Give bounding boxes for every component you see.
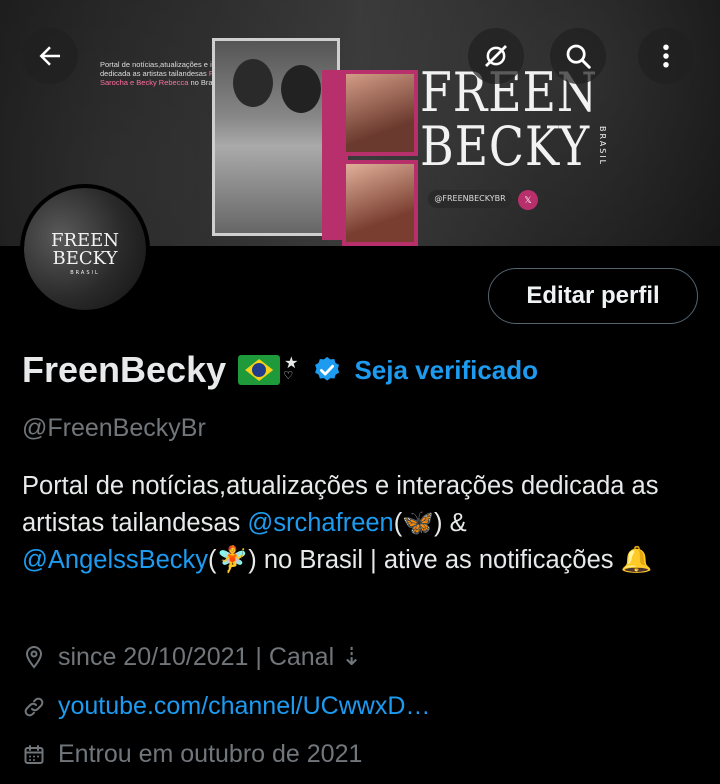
butterfly-emoji: (🦋) xyxy=(393,509,443,537)
fairy-emoji: (🧚) xyxy=(208,546,257,574)
banner-handle-pill: @FREENBECKYBR xyxy=(428,190,512,208)
more-options-button[interactable] xyxy=(638,28,694,84)
location-pin-icon xyxy=(25,645,43,669)
edit-profile-button[interactable]: Editar perfil xyxy=(488,268,698,324)
avatar-logo-line2: BECKY xyxy=(52,248,118,269)
name-row: FreenBecky ★ ♡ Seja verificado xyxy=(22,348,538,392)
search-button[interactable] xyxy=(550,28,606,84)
avatar-logo-line3: BRASIL xyxy=(70,270,100,276)
get-verified-link[interactable]: Seja verificado xyxy=(354,355,538,386)
bio-text-3: no Brasil | ative as notificações xyxy=(256,546,621,574)
banner-photo-duo xyxy=(212,38,340,236)
banner-logo-sub: BRASIL xyxy=(598,126,607,167)
avatar[interactable]: FREEN BECKY BRASIL xyxy=(20,184,150,314)
grok-button[interactable] xyxy=(468,28,524,84)
bell-emoji: 🔔 xyxy=(620,546,653,574)
bio-text-2: & xyxy=(442,509,467,537)
mention-angelssbecky[interactable]: @AngelssBecky xyxy=(22,546,208,574)
verified-badge-icon[interactable] xyxy=(312,355,342,385)
website-row: youtube.com/channel/UCwwxD… xyxy=(22,692,430,721)
star-glyph: ★ xyxy=(284,355,299,372)
more-vertical-icon xyxy=(663,44,669,68)
star-icon: ★ ♡ xyxy=(283,355,299,383)
banner-photo-becky xyxy=(342,70,418,156)
location-text: since 20/10/2021 | Canal ⇣ xyxy=(58,643,363,671)
calendar-icon xyxy=(24,744,44,764)
link-icon xyxy=(24,697,44,716)
x-logo-icon: 𝕏 xyxy=(518,190,538,210)
brazil-flag-icon xyxy=(238,355,281,385)
website-link[interactable]: youtube.com/channel/UCwwxD… xyxy=(58,692,430,721)
back-button[interactable] xyxy=(22,28,78,84)
small-heart-glyph: ♡ xyxy=(283,370,294,382)
profile-bio: Portal de notícias,atualizações e intera… xyxy=(22,468,692,579)
mention-srchafreen[interactable]: @srchafreen xyxy=(247,509,393,537)
display-name: FreenBecky xyxy=(22,349,227,390)
arrow-left-icon xyxy=(39,46,60,66)
banner-logo: FREEN BECKY BRASIL xyxy=(420,66,629,174)
grok-icon xyxy=(485,45,507,67)
banner-photo-freen xyxy=(342,160,418,246)
banner-tagline-line1: Portal de notícias,atualizações e xyxy=(100,60,208,69)
location-row: since 20/10/2021 | Canal ⇣ xyxy=(22,642,362,672)
search-icon xyxy=(566,44,591,69)
user-handle: @FreenBeckyBr xyxy=(22,414,206,442)
joined-row: Entrou em outubro de 2021 xyxy=(22,740,362,769)
avatar-logo: FREEN BECKY BRASIL xyxy=(24,232,146,277)
banner-logo-line2: BECKY xyxy=(420,115,590,178)
joined-text: Entrou em outubro de 2021 xyxy=(58,740,363,768)
